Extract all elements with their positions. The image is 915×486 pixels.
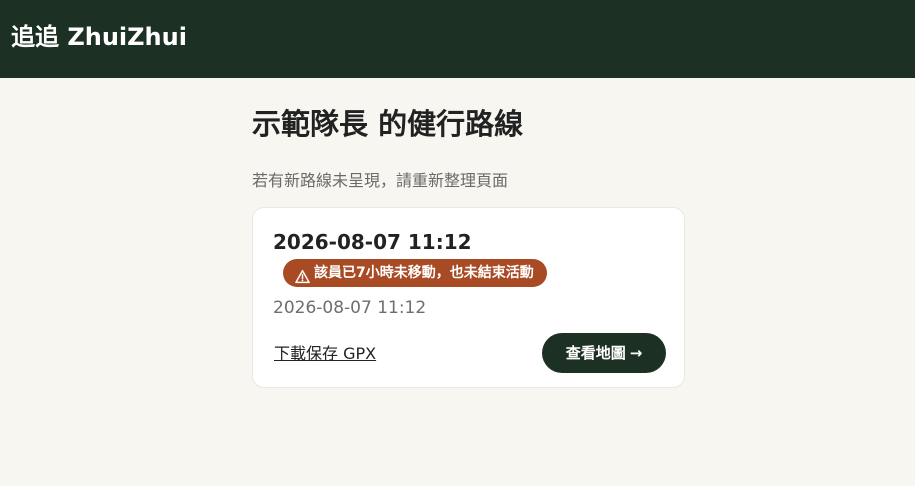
view-map-button[interactable]: 查看地圖 → <box>542 333 666 373</box>
alert-text: 該員已7小時未移動，也未結束活動 <box>314 265 534 281</box>
top-bar: 追追 ZhuiZhui <box>0 0 915 78</box>
view-map-label: 查看地圖 <box>565 344 626 362</box>
page-title: 示範隊長 的健行路線 <box>252 107 524 141</box>
route-title: 2026-08-07 11:12 <box>273 230 472 254</box>
brand-logo-text[interactable]: 追追 ZhuiZhui <box>11 20 187 54</box>
refresh-hint: 若有新路線未呈現，請重新整理頁面 <box>252 171 509 190</box>
arrow-right-icon: → <box>629 344 643 362</box>
inactivity-alert-badge: 該員已7小時未移動，也未結束活動 <box>283 259 547 287</box>
download-gpx-link[interactable]: 下載保存 GPX <box>274 342 376 366</box>
warning-triangle-icon <box>295 266 310 283</box>
route-card: 2026-08-07 11:12 該員已7小時未移動，也未結束活動 2026-0… <box>252 207 685 388</box>
route-time: 2026-08-07 11:12 <box>273 298 427 318</box>
